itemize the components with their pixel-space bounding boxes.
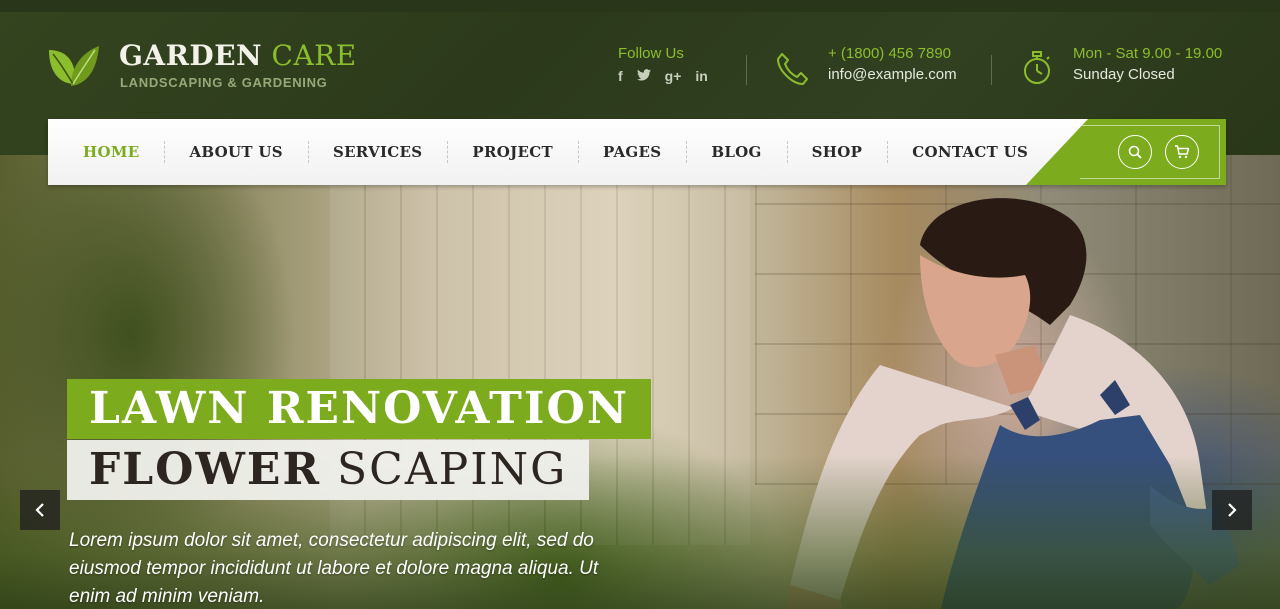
nav-item-about-us[interactable]: ABOUT US — [164, 119, 307, 185]
leaf-icon — [49, 46, 99, 86]
hero-description: Lorem ipsum dolor sit amet, consectetur … — [69, 530, 599, 607]
divider — [991, 55, 992, 85]
hero-title-light: SCAPING — [337, 444, 568, 495]
chevron-right-icon — [1228, 503, 1237, 517]
slider-next-button[interactable] — [1212, 490, 1252, 530]
hero-title-line2: FLOWER SCAPING — [67, 440, 590, 500]
hero-title-strong: FLOWER — [89, 444, 322, 495]
divider — [746, 55, 747, 85]
contact-phone[interactable]: + (1800) 456 7890 — [828, 44, 951, 64]
hours-sunday: Sunday Closed — [1073, 66, 1175, 83]
logo[interactable]: GARDEN CARE LANDSCAPING & GARDENING — [47, 40, 356, 100]
cart-icon — [1175, 145, 1190, 159]
opening-hours: Mon - Sat 9.00 - 19.00 Sunday Closed — [1021, 44, 1251, 94]
nav-item-blog[interactable]: BLOG — [686, 119, 786, 185]
nav-menu: HOME ABOUT US SERVICES PROJECT PAGES BLO… — [48, 119, 1053, 185]
cart-button[interactable] — [1165, 135, 1199, 169]
nav-item-shop[interactable]: SHOP — [786, 119, 888, 185]
brand-name: GARDEN CARE — [119, 40, 357, 72]
brand-name-part2: CARE — [271, 39, 357, 72]
stopwatch-icon — [1024, 51, 1050, 84]
nav-item-pages[interactable]: PAGES — [577, 119, 686, 185]
chevron-left-icon — [35, 503, 44, 517]
contact-email[interactable]: info@example.com — [828, 65, 957, 85]
nav-item-project[interactable]: PROJECT — [447, 119, 578, 185]
search-button[interactable] — [1118, 135, 1152, 169]
google-plus-icon[interactable]: g+ — [665, 68, 682, 84]
nav-item-services[interactable]: SERVICES — [307, 119, 447, 185]
follow-us: Follow Us f g+ in — [618, 44, 728, 84]
nav-item-home[interactable]: HOME — [48, 119, 164, 185]
hero-title-line1: LAWN RENOVATION — [67, 379, 652, 439]
social-links: f g+ in — [618, 68, 728, 84]
slider-prev-button[interactable] — [20, 490, 60, 530]
brand-name-part1: GARDEN — [119, 39, 263, 72]
facebook-icon[interactable]: f — [618, 68, 623, 84]
contact-info: + (1800) 456 7890 info@example.com — [776, 44, 976, 94]
hours-weekdays: Mon - Sat 9.00 - 19.00 — [1073, 45, 1223, 62]
search-icon — [1128, 145, 1142, 159]
follow-label: Follow Us — [618, 45, 684, 62]
linkedin-icon[interactable]: in — [695, 68, 707, 84]
brand-tagline: LANDSCAPING & GARDENING — [120, 75, 328, 90]
phone-icon — [777, 53, 808, 85]
main-navigation: HOME ABOUT US SERVICES PROJECT PAGES BLO… — [48, 119, 1226, 185]
nav-item-contact-us[interactable]: CONTACT US — [887, 119, 1053, 185]
twitter-icon[interactable] — [636, 68, 651, 84]
hero-slider: LAWN RENOVATION FLOWER SCAPING Lorem ips… — [0, 155, 1280, 609]
